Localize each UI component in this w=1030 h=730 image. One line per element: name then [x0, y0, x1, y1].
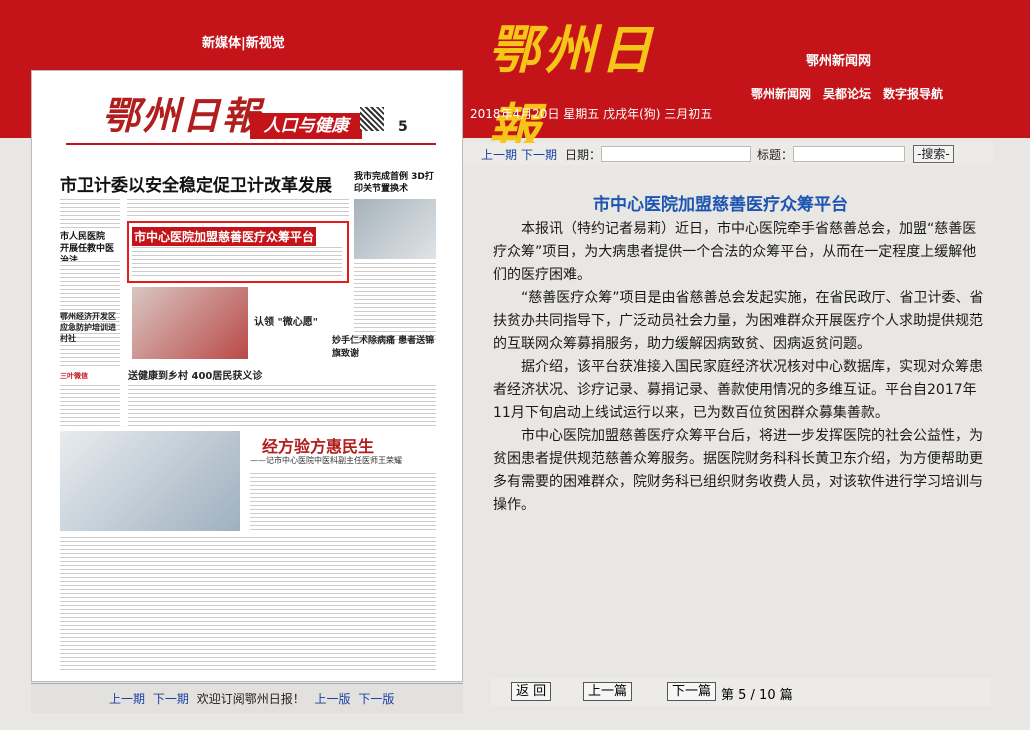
training-headline[interactable]: 鄂州经济开发区 应急防护培训进村社	[60, 311, 122, 344]
qr-code-icon	[360, 107, 384, 131]
prev-article-button[interactable]: 上一篇	[583, 682, 633, 701]
article-title: 市中心医院加盟慈善医疗众筹平台	[593, 195, 848, 215]
newspaper-logo: 鄂州日報	[488, 20, 657, 159]
prev-issue-link[interactable]: 上一期	[109, 692, 145, 706]
text-column	[250, 473, 436, 531]
masthead-divider	[66, 143, 436, 145]
search-prev-issue-link[interactable]: 上一期	[481, 146, 517, 163]
text-column	[128, 385, 436, 427]
wish-headline[interactable]: 认领 "微心愿"	[254, 313, 318, 328]
new-media-label[interactable]: 新媒体|新视觉	[202, 32, 285, 51]
nav-link-digital-nav[interactable]: 数字报导航	[883, 85, 943, 102]
next-article-button[interactable]: 下一篇	[667, 682, 717, 701]
newspaper-page-image[interactable]: 鄂州日報 人口与健康 5 市卫计委以安全稳定促卫计改革发展 我市完成首例 3D打…	[31, 70, 463, 682]
surgery-photo	[354, 199, 436, 259]
date-input[interactable]	[601, 146, 752, 162]
issue-date: 2018年4月20日 星期五 戊戌年(狗) 三月初五	[470, 107, 713, 121]
page-nav-bar: 上一期 下一期 欢迎订阅鄂州日报！ 上一版 下一版	[31, 683, 463, 713]
next-issue-link[interactable]: 下一期	[153, 692, 189, 706]
side-headline[interactable]: 我市完成首例 3D打印关节置换术	[354, 171, 434, 195]
text-column	[127, 199, 349, 219]
text-column	[60, 199, 120, 229]
next-page-link[interactable]: 下一版	[358, 692, 394, 706]
article-page-info: 第 5 / 10 篇	[721, 688, 793, 703]
village-clinic-headline[interactable]: 送健康到乡村 400居民获义诊	[128, 367, 262, 382]
banner-headline[interactable]: 妙手仁术除病痛 患者送锦旗致谢	[332, 333, 436, 359]
article-paragraph: 本报讯（特约记者易莉）近日，市中心医院牵手省慈善总会，加盟“慈善医疗众筹”项目，…	[493, 221, 977, 283]
article-highlight-label[interactable]: 市中心医院加盟慈善医疗众筹平台	[132, 227, 317, 246]
welcome-text: 欢迎订阅鄂州日报！	[196, 692, 305, 706]
article-nav-bar: 返 回 上一篇 下一篇 第 5 / 10 篇	[491, 678, 991, 706]
site-name-link[interactable]: 鄂州新闻网	[806, 50, 871, 69]
text-column	[60, 537, 436, 673]
search-button[interactable]: -搜索-	[913, 145, 954, 163]
nav-link-news-site[interactable]: 鄂州新闻网	[751, 85, 811, 102]
wechat-brand-strip: 三叶微信	[60, 372, 88, 380]
nav-link-forum[interactable]: 吴都论坛	[823, 85, 871, 102]
main-headline[interactable]: 市卫计委以安全稳定促卫计改革发展	[60, 171, 332, 196]
section-title: 人口与健康	[250, 113, 362, 139]
back-button[interactable]: 返 回	[511, 682, 552, 701]
search-bar: 上一期 下一期 日期： 标题： -搜索-	[463, 143, 993, 165]
title-input[interactable]	[793, 146, 906, 162]
header-nav: 鄂州新闻网 吴都论坛 数字报导航	[751, 85, 943, 102]
date-label: 日期：	[565, 147, 602, 162]
text-column	[132, 247, 342, 279]
article-paragraph: “慈善医疗众筹”项目是由省慈善总会发起实施，在省民政厅、省卫计委、省扶贫办共同指…	[493, 290, 984, 352]
page-number: 5	[398, 119, 408, 135]
prev-page-link[interactable]: 上一版	[315, 692, 351, 706]
article-paragraph: 据介绍，该平台获准接入国民家庭经济状况核对中心数据库，实现对众筹患者经济状况、诊…	[493, 359, 983, 421]
left-head-line-1: 市人民医院	[60, 232, 106, 242]
page-masthead: 鄂州日報	[102, 93, 263, 138]
doctor-photo	[60, 431, 240, 531]
article-paragraph: 市中心医院加盟慈善医疗众筹平台后，将进一步发挥医院的社会公益性，为贫困患者提供规…	[493, 428, 983, 513]
search-next-issue-link[interactable]: 下一期	[521, 146, 557, 163]
text-column	[354, 263, 436, 343]
article-body: 本报讯（特约记者易莉）近日，市中心医院牵手省慈善总会，加盟“慈善医疗众筹”项目，…	[493, 218, 985, 517]
volunteers-photo	[132, 287, 248, 359]
title-label: 标题：	[757, 147, 794, 162]
feature-headline[interactable]: 经方验方惠民生	[262, 433, 374, 457]
text-column	[60, 385, 120, 427]
feature-subheadline: ——记市中心医院中医科副主任医师王荣耀	[250, 456, 402, 465]
